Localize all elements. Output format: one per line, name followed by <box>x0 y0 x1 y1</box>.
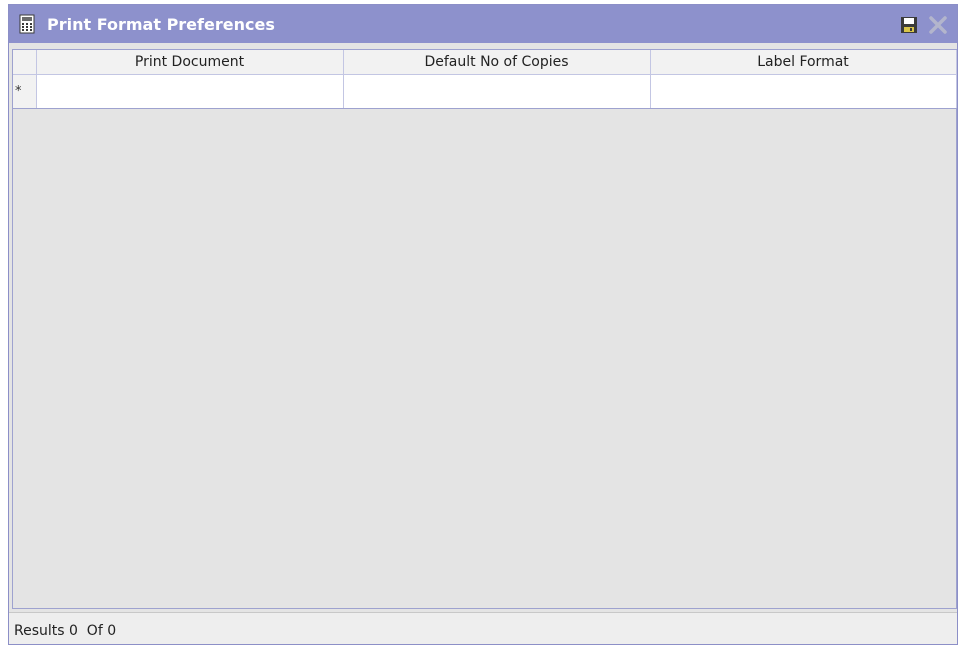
status-bar: Results 0 Of 0 <box>9 612 957 644</box>
window-title: Print Format Preferences <box>47 15 275 34</box>
print-document-cell[interactable] <box>36 74 344 109</box>
print-format-preferences-window: Print Format Preferences Print Document … <box>8 4 958 645</box>
header-row: Print Document Default No of Copies Labe… <box>13 50 957 75</box>
default-no-of-copies-cell[interactable] <box>343 74 651 109</box>
column-header-label-format[interactable]: Label Format <box>650 50 957 75</box>
new-row: * <box>13 74 957 109</box>
title-bar: Print Format Preferences <box>9 5 957 43</box>
results-count: Results 0 Of 0 <box>14 623 117 639</box>
new-row-marker: * <box>13 74 37 109</box>
close-icon[interactable] <box>927 15 949 35</box>
preferences-table: Print Document Default No of Copies Labe… <box>13 50 957 109</box>
preferences-grid: Print Document Default No of Copies Labe… <box>12 49 957 609</box>
column-header-print-document[interactable]: Print Document <box>36 50 344 75</box>
label-format-cell[interactable] <box>650 74 957 109</box>
row-header-corner <box>13 50 37 75</box>
calculator-icon <box>19 14 35 34</box>
save-icon[interactable] <box>899 15 919 35</box>
column-header-default-no-of-copies[interactable]: Default No of Copies <box>343 50 651 75</box>
